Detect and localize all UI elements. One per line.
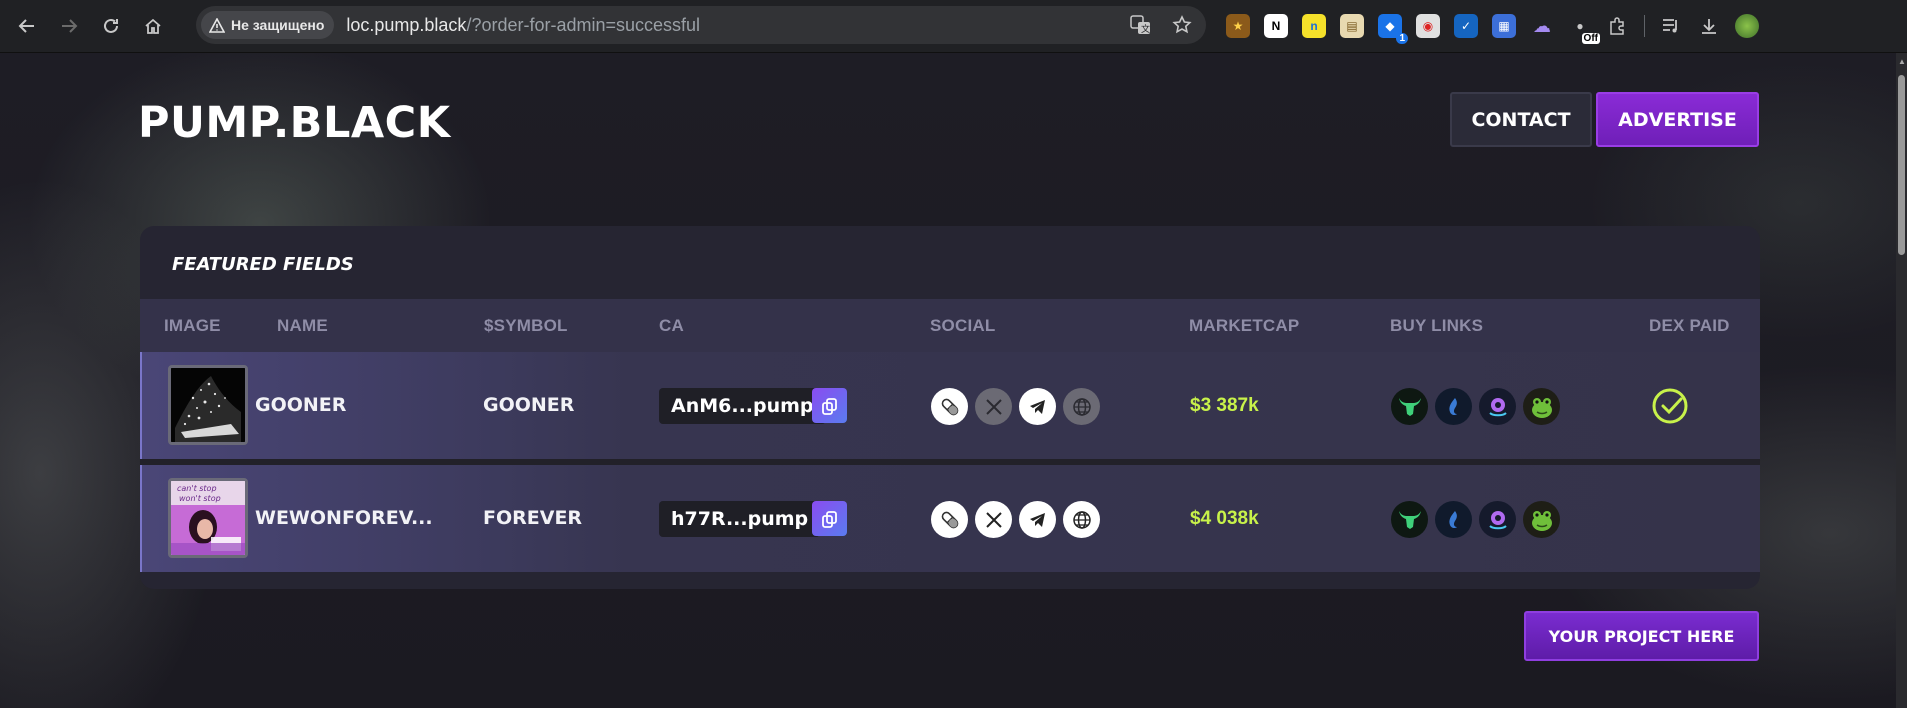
puzzle-icon[interactable] [1606, 14, 1630, 38]
arrow-right-icon [62, 19, 78, 33]
svg-text:won't stop: won't stop [179, 494, 221, 503]
address-bar[interactable]: Не защищено loc.pump.black/?order-for-ad… [196, 6, 1206, 44]
radar-icon[interactable] [1479, 501, 1516, 538]
clipboard-icon[interactable]: ▤ [1340, 14, 1364, 38]
contract-address[interactable]: AnM6...pump [659, 388, 826, 424]
profile-avatar[interactable] [1735, 14, 1759, 38]
copy-icon [821, 510, 837, 528]
yellow-extension-icon[interactable]: n [1302, 14, 1326, 38]
off-extension-icon[interactable]: ● Off [1568, 14, 1600, 44]
frog-icon[interactable] [1523, 501, 1560, 538]
extension-off-badge: Off [1581, 33, 1600, 44]
copy-ca-button[interactable] [812, 501, 847, 536]
bookmark-star-extension-icon[interactable]: ★ [1226, 14, 1250, 38]
column-header-dex-paid: DEX PAID [1649, 316, 1730, 335]
browser-toolbar: Не защищено loc.pump.black/?order-for-ad… [0, 0, 1907, 53]
download-icon[interactable] [1697, 14, 1721, 38]
home-icon [145, 18, 161, 34]
frog-icon[interactable] [1523, 388, 1560, 425]
back-button[interactable] [12, 11, 42, 41]
token-name[interactable]: GOONER [255, 352, 346, 459]
warning-icon [209, 17, 225, 33]
token-symbol: FOREVER [483, 507, 583, 529]
column-header-name: NAME [277, 316, 328, 335]
extensions-bar: ★ N n ▤ ◆ 1 ◉ ✓ ▦ ☁ ● Off [1226, 8, 1759, 44]
scroll-up-icon[interactable]: ▲ [1898, 57, 1906, 66]
column-header-buy-links: BUY LINKS [1390, 316, 1484, 335]
forward-button[interactable] [54, 11, 84, 41]
contract-address[interactable]: h77R...pump [659, 501, 821, 537]
contact-button[interactable]: CONTACT [1450, 92, 1592, 147]
marketcap-value: $4 038k [1190, 508, 1259, 529]
radar-icon[interactable] [1479, 388, 1516, 425]
table-row[interactable]: GOONER GOONER AnM6...pump $3 387k [140, 352, 1760, 459]
reload-icon [104, 18, 118, 33]
pill-icon[interactable] [931, 501, 968, 538]
security-label: Не защищено [231, 17, 325, 33]
column-header-social: SOCIAL [930, 316, 996, 335]
column-header-ca: CA [659, 316, 684, 335]
advertise-button[interactable]: ADVERTISE [1596, 92, 1759, 147]
url-host: loc.pump.black [346, 14, 467, 35]
ghost-icon[interactable]: ☁ [1530, 14, 1554, 38]
photon-icon[interactable] [1435, 388, 1472, 425]
keyboard-extension-icon[interactable]: ▦ [1492, 14, 1516, 38]
globe-icon[interactable] [1063, 388, 1100, 425]
notion-icon[interactable]: N [1264, 14, 1288, 38]
table-row[interactable]: can't stop won't stop WEWONFOREV... FORE… [140, 465, 1760, 572]
photon-icon[interactable] [1435, 501, 1472, 538]
checkmark-extension-icon[interactable]: ✓ [1454, 14, 1478, 38]
page: PUMP.BLACK CONTACT ADVERTISE FEATURED FI… [0, 53, 1896, 708]
toolbar-separator [1644, 15, 1645, 37]
svg-text:文: 文 [1141, 23, 1150, 35]
arrow-left-icon [18, 19, 34, 33]
bull-icon[interactable] [1391, 501, 1428, 538]
x-icon[interactable] [975, 501, 1012, 538]
globe-icon[interactable] [1063, 501, 1100, 538]
token-name[interactable]: WEWONFOREV... [255, 465, 433, 572]
card-title: FEATURED FIELDS [172, 254, 354, 275]
scrollbar-thumb[interactable] [1898, 75, 1905, 255]
column-header-image: IMAGE [164, 316, 221, 335]
url-text[interactable]: loc.pump.black/?order-for-admin=successf… [346, 15, 700, 36]
pill-icon[interactable] [931, 388, 968, 425]
bull-icon[interactable] [1391, 388, 1428, 425]
translate-icon[interactable]: 文 [1130, 15, 1152, 35]
page-scrollbar[interactable]: ▲ [1896, 53, 1907, 708]
featured-table-card: FEATURED FIELDS IMAGE NAME $SYMBOL CA SO… [140, 226, 1760, 589]
media-queue-icon[interactable] [1659, 14, 1683, 38]
site-logo[interactable]: PUMP.BLACK [138, 98, 451, 148]
table-header: IMAGE NAME $SYMBOL CA SOCIAL MARKETCAP B… [140, 299, 1760, 352]
star-icon[interactable] [1172, 15, 1192, 35]
security-chip[interactable]: Не защищено [201, 11, 335, 39]
marketcap-value: $3 387k [1190, 395, 1259, 416]
blue-extension-icon[interactable]: ◆ 1 [1378, 14, 1408, 44]
token-image[interactable] [168, 365, 248, 445]
your-project-here-button[interactable]: YOUR PROJECT HERE [1524, 611, 1759, 661]
dex-paid-check-icon [1650, 386, 1690, 431]
copy-icon [821, 397, 837, 415]
x-icon[interactable] [975, 388, 1012, 425]
svg-text:can't stop: can't stop [177, 484, 217, 493]
telegram-icon[interactable] [1019, 501, 1056, 538]
reload-button[interactable] [96, 11, 126, 41]
copy-ca-button[interactable] [812, 388, 847, 423]
color-picker-icon[interactable]: ◉ [1416, 14, 1440, 38]
token-symbol: GOONER [483, 394, 575, 416]
extension-badge: 1 [1396, 33, 1408, 44]
telegram-icon[interactable] [1019, 388, 1056, 425]
home-button[interactable] [138, 11, 168, 41]
token-image[interactable]: can't stop won't stop [168, 478, 248, 558]
url-path: /?order-for-admin=successful [466, 14, 701, 35]
column-header-marketcap: MARKETCAP [1189, 316, 1300, 335]
column-header-symbol: $SYMBOL [484, 316, 568, 335]
